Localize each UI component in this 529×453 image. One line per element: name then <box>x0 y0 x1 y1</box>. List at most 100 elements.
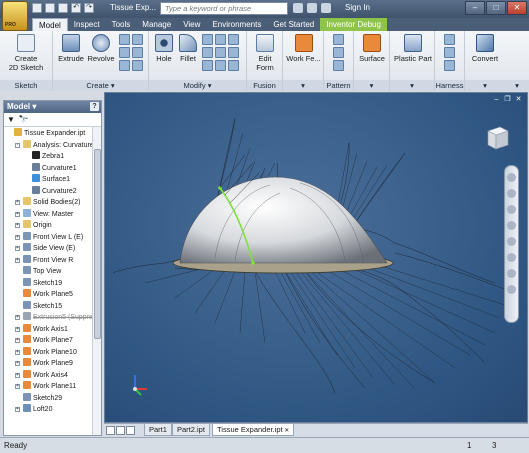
maximize-button[interactable]: □ <box>486 1 506 15</box>
browser-node[interactable]: Curvature2 <box>4 185 101 198</box>
extrude-button[interactable]: Extrude <box>57 34 85 63</box>
tab-inspect[interactable]: Inspect <box>68 18 106 31</box>
work-features-button[interactable]: Work Fe... <box>285 34 322 63</box>
expand-icon[interactable]: + <box>15 407 20 412</box>
look-at-icon[interactable] <box>507 237 516 246</box>
zoom-all-icon[interactable] <box>507 269 516 278</box>
graphics-viewport[interactable]: – ❐ ✕ <box>104 92 528 423</box>
document-list-icon[interactable] <box>126 426 135 435</box>
viewcube[interactable] <box>480 121 512 153</box>
expand-icon[interactable]: + <box>15 349 20 355</box>
browser-node[interactable]: + Work Plane9 <box>4 358 101 370</box>
browser-node[interactable]: + Side View (E) <box>4 243 101 255</box>
pan-icon[interactable] <box>507 189 516 198</box>
browser-node[interactable]: Zebra1 <box>4 151 101 163</box>
zoom-window-icon[interactable] <box>507 253 516 262</box>
tile-windows-icon[interactable] <box>106 426 115 435</box>
fillet-button[interactable]: Fillet <box>176 34 200 63</box>
browser-node[interactable]: + Work Plane10 <box>4 346 101 359</box>
minimize-button[interactable]: – <box>465 1 485 15</box>
rib-icon[interactable] <box>132 47 143 58</box>
tab-environments[interactable]: Environments <box>206 18 267 31</box>
harness-route-icon[interactable] <box>444 34 455 45</box>
find-icon[interactable]: 🔭 <box>19 115 29 124</box>
browser-scroll-thumb[interactable] <box>94 149 101 339</box>
full-navigation-icon[interactable] <box>507 285 516 294</box>
expand-icon[interactable]: + <box>15 257 20 263</box>
sweep-icon[interactable] <box>132 34 143 45</box>
browser-node[interactable]: Work Plane5 <box>4 289 101 301</box>
combine-icon[interactable] <box>228 47 239 58</box>
expand-icon[interactable]: + <box>15 326 20 332</box>
expand-icon[interactable]: + <box>15 361 20 366</box>
browser-node[interactable]: Curvature1 <box>4 162 101 175</box>
expand-icon[interactable]: + <box>15 200 20 205</box>
chamfer-icon[interactable] <box>202 34 213 45</box>
loft-icon[interactable] <box>119 34 130 45</box>
hole-button[interactable]: Hole <box>153 34 175 63</box>
browser-node[interactable]: Sketch15 <box>4 300 101 313</box>
browser-node[interactable]: + Origin <box>4 220 101 232</box>
open-icon[interactable] <box>45 3 55 13</box>
redo-icon[interactable]: ↷ <box>84 3 94 13</box>
cascade-windows-icon[interactable] <box>116 426 125 435</box>
expand-icon[interactable]: + <box>15 211 20 217</box>
subscription-icon[interactable] <box>307 3 317 13</box>
expand-icon[interactable]: + <box>15 223 20 228</box>
browser-node[interactable]: Sketch19 <box>4 277 101 290</box>
surface-button[interactable]: Surface <box>356 34 388 63</box>
plastic-part-button[interactable]: Plastic Part <box>392 34 434 63</box>
application-menu-button[interactable]: PRO <box>2 1 28 31</box>
derive-icon[interactable] <box>132 60 143 71</box>
browser-node[interactable]: + Solid Bodies(2) <box>4 197 101 209</box>
browser-node[interactable]: + Front View L (E) <box>4 231 101 244</box>
browser-node[interactable]: - Analysis: Curvature <box>4 139 101 152</box>
document-tab[interactable]: Part2.ipt <box>172 424 210 436</box>
emboss-icon[interactable] <box>119 60 130 71</box>
undo-icon[interactable]: ↶ <box>71 3 81 13</box>
browser-scrollbar[interactable] <box>92 127 101 435</box>
steering-wheel-icon[interactable] <box>507 173 516 182</box>
document-tab[interactable]: Part1 <box>144 424 172 436</box>
search-input[interactable]: Type a keyword or phrase <box>160 2 288 15</box>
rectangular-pattern-icon[interactable] <box>333 34 344 45</box>
expand-icon[interactable]: + <box>15 372 20 378</box>
split-icon[interactable] <box>215 47 226 58</box>
close-tab-icon[interactable]: ✕ <box>283 428 289 434</box>
tab-manage[interactable]: Manage <box>136 18 177 31</box>
tab-view[interactable]: View <box>177 18 206 31</box>
browser-node[interactable]: + Work Axis4 <box>4 369 101 382</box>
move-face-icon[interactable] <box>228 60 239 71</box>
browser-help-icon[interactable]: ? <box>90 102 99 111</box>
draft-icon[interactable] <box>228 34 239 45</box>
expand-icon[interactable]: + <box>15 246 20 251</box>
browser-node[interactable]: + Work Plane7 <box>4 335 101 347</box>
create-2d-sketch-button[interactable]: Create 2D Sketch <box>6 34 46 72</box>
tab-model[interactable]: Model <box>32 18 68 31</box>
tab-tools[interactable]: Tools <box>106 18 137 31</box>
browser-node[interactable]: Tissue Expander.ipt <box>4 128 101 140</box>
save-icon[interactable] <box>58 3 68 13</box>
coil-icon[interactable] <box>119 47 130 58</box>
close-button[interactable]: ✕ <box>507 1 527 15</box>
expand-icon[interactable]: + <box>15 234 20 240</box>
browser-title[interactable]: Model <box>7 102 30 111</box>
mirror-icon[interactable] <box>333 60 344 71</box>
edit-form-button[interactable]: Edit Form <box>252 34 278 72</box>
browser-node[interactable]: + Loft20 <box>4 404 101 416</box>
ribbon-overflow-arrow[interactable]: ▾ <box>505 80 529 91</box>
expand-icon[interactable]: + <box>15 315 20 320</box>
tab-get-started[interactable]: Get Started <box>267 18 320 31</box>
tab-inventor-debug[interactable]: Inventor Debug <box>320 18 387 31</box>
new-icon[interactable] <box>32 3 42 13</box>
revolve-button[interactable]: Revolve <box>86 34 116 63</box>
browser-node[interactable]: + Work Axis1 <box>4 323 101 336</box>
browser-node[interactable]: + Extrusion5 (Suppressed) <box>4 312 101 324</box>
browser-node[interactable]: + Front View R <box>4 254 101 267</box>
delete-face-icon[interactable] <box>215 60 226 71</box>
communication-icon[interactable] <box>321 3 331 13</box>
harness-cable-icon[interactable] <box>444 60 455 71</box>
convert-button[interactable]: Convert <box>469 34 501 63</box>
expand-icon[interactable]: + <box>15 384 20 389</box>
sign-in-link[interactable]: Sign In <box>345 3 370 12</box>
